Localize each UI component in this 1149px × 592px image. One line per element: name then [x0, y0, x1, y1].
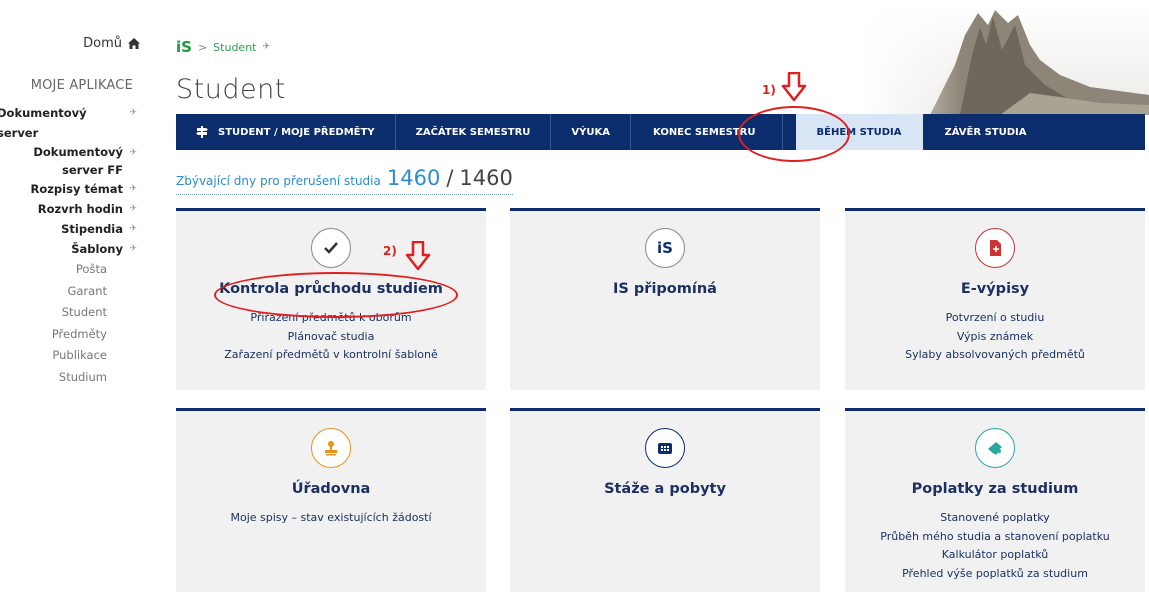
tile-links: Stanovené poplatky Průběh mého studia a …: [845, 509, 1145, 583]
sidebar-item-sablony[interactable]: Šablony ✈: [0, 239, 137, 259]
pin-icon[interactable]: ✈: [123, 143, 137, 163]
page-title: Student: [176, 74, 286, 105]
tile-e-vypisy: E-výpisy Potvrzení o studiu Výpis známek…: [845, 208, 1145, 390]
pin-icon[interactable]: ✈: [124, 103, 137, 123]
breadcrumb-separator: >: [197, 40, 208, 54]
header-mountain-image: [860, 5, 1149, 115]
tile-title[interactable]: Úřadovna: [176, 481, 486, 497]
sidebar-item-publikace[interactable]: Publikace: [0, 345, 137, 367]
tab-vyuka[interactable]: VÝUKA: [551, 114, 632, 150]
sidebar-item-garant[interactable]: Garant: [0, 281, 137, 303]
home-icon: [128, 38, 140, 49]
sidebar-item-label: Stipendia: [61, 222, 123, 236]
sidebar-item-stipendia[interactable]: Stipendia ✈: [0, 219, 137, 239]
annotation-ellipse-kontrola: [214, 272, 458, 318]
annotation-label-2: 2): [383, 244, 397, 258]
pin-icon[interactable]: ✈: [123, 179, 137, 199]
link-prehled-vyse-poplatku[interactable]: Přehled výše poplatků za studium: [845, 565, 1145, 584]
annotation-label-1: 1): [762, 83, 776, 97]
remaining-days-indicator: Zbývající dny pro přerušení studia 1460 …: [176, 166, 513, 195]
remaining-days-slash: /: [446, 166, 454, 190]
tab-zaver-studia[interactable]: ZÁVĚR STUDIA: [923, 114, 1047, 150]
is-logo-icon[interactable]: iS: [645, 228, 685, 268]
sidebar-item-dokumentovy-server-ff[interactable]: Dokumentový server FF ✈: [0, 143, 137, 179]
document-icon[interactable]: [975, 228, 1015, 268]
link-sylaby[interactable]: Sylaby absolvovaných předmětů: [845, 346, 1145, 365]
tile-is-pripomina: iS IS připomíná: [510, 208, 820, 390]
remaining-days-value: 1460: [386, 166, 441, 190]
sidebar-heading: MOJE APLIKACE: [30, 78, 133, 93]
pin-icon[interactable]: ✈: [123, 199, 137, 219]
link-zarazeni-predmetu[interactable]: Zařazení předmětů v kontrolní šabloně: [176, 346, 486, 365]
sidebar-item-rozvrh-hodin[interactable]: Rozvrh hodin ✈: [0, 199, 137, 219]
tab-label: ZÁVĚR STUDIA: [944, 126, 1027, 138]
checkmark-icon[interactable]: [311, 228, 351, 268]
tile-title[interactable]: Stáže a pobyty: [510, 481, 820, 497]
tile-title[interactable]: Poplatky za studium: [845, 481, 1145, 497]
is-logo[interactable]: iS: [176, 38, 192, 56]
remaining-days-total: 1460: [459, 166, 513, 190]
payment-icon[interactable]: [975, 428, 1015, 468]
tab-label: STUDENT / MOJE PŘEDMĚTY: [218, 126, 375, 138]
tile-links: Moje spisy – stav existujících žádostí: [176, 509, 486, 528]
tile-title[interactable]: IS připomíná: [510, 281, 820, 297]
sidebar-item-dokumentovy-server[interactable]: Dokumentový server ✈: [0, 103, 137, 143]
home-link[interactable]: Domů: [83, 36, 140, 51]
remaining-days-label: Zbývající dny pro přerušení studia: [176, 174, 381, 188]
annotation-arrow-down-icon: [781, 72, 807, 102]
pin-icon[interactable]: ✈: [262, 42, 270, 52]
sidebar-app-list: Dokumentový server ✈ Dokumentový server …: [0, 103, 137, 388]
pin-icon[interactable]: ✈: [123, 219, 137, 239]
link-prubeh-studia[interactable]: Průběh mého studia a stanovení poplatku: [845, 528, 1145, 547]
breadcrumb-current[interactable]: Student: [213, 41, 256, 54]
sidebar-item-rozpisy-temat[interactable]: Rozpisy témat ✈: [0, 179, 137, 199]
tile-title[interactable]: E-výpisy: [845, 281, 1145, 297]
sidebar-item-label: Rozvrh hodin: [37, 202, 123, 216]
tile-staze-a-pobyty: Stáže a pobyty: [510, 408, 820, 592]
link-stanovene-poplatky[interactable]: Stanovené poplatky: [845, 509, 1145, 528]
link-potvrzeni-o-studiu[interactable]: Potvrzení o studiu: [845, 309, 1145, 328]
sidebar-item-label: Dokumentový server FF: [33, 145, 123, 177]
main-nav: STUDENT / MOJE PŘEDMĚTY ZAČÁTEK SEMESTRU…: [176, 114, 1145, 150]
tab-student-moje-predmety[interactable]: STUDENT / MOJE PŘEDMĚTY: [176, 114, 396, 150]
link-planovac-studia[interactable]: Plánovač studia: [176, 328, 486, 347]
annotation-arrow-down-icon: [405, 241, 431, 271]
sidebar-item-studium[interactable]: Studium: [0, 367, 137, 389]
sidebar-item-label: Rozpisy témat: [30, 182, 123, 196]
tile-poplatky-za-studium: Poplatky za studium Stanovené poplatky P…: [845, 408, 1145, 592]
link-moje-spisy[interactable]: Moje spisy – stav existujících žádostí: [176, 509, 486, 528]
signpost-icon: [196, 126, 208, 138]
sidebar-item-label: Šablony: [71, 242, 123, 256]
sidebar-item-label: Dokumentový server: [0, 106, 87, 140]
sidebar: Domů MOJE APLIKACE Dokumentový server ✈ …: [0, 0, 150, 592]
tab-zacatek-semestru[interactable]: ZAČÁTEK SEMESTRU: [396, 114, 552, 150]
pin-icon[interactable]: ✈: [123, 239, 137, 259]
stamp-icon[interactable]: [311, 428, 351, 468]
link-kalkulator-poplatku[interactable]: Kalkulátor poplatků: [845, 546, 1145, 565]
annotation-ellipse-behem-studia: [738, 106, 850, 162]
building-icon[interactable]: [645, 428, 685, 468]
breadcrumb: iS > Student ✈: [176, 38, 270, 56]
tile-uradovna: Úřadovna Moje spisy – stav existujících …: [176, 408, 486, 592]
home-label: Domů: [83, 36, 122, 51]
tab-label: VÝUKA: [571, 126, 611, 138]
sidebar-item-student[interactable]: Student: [0, 302, 137, 324]
link-vypis-znamek[interactable]: Výpis známek: [845, 328, 1145, 347]
tile-links: Potvrzení o studiu Výpis známek Sylaby a…: [845, 309, 1145, 365]
sidebar-item-posta[interactable]: Pošta: [0, 259, 137, 281]
tab-label: ZAČÁTEK SEMESTRU: [415, 126, 531, 138]
sidebar-item-predmety[interactable]: Předměty: [0, 324, 137, 346]
